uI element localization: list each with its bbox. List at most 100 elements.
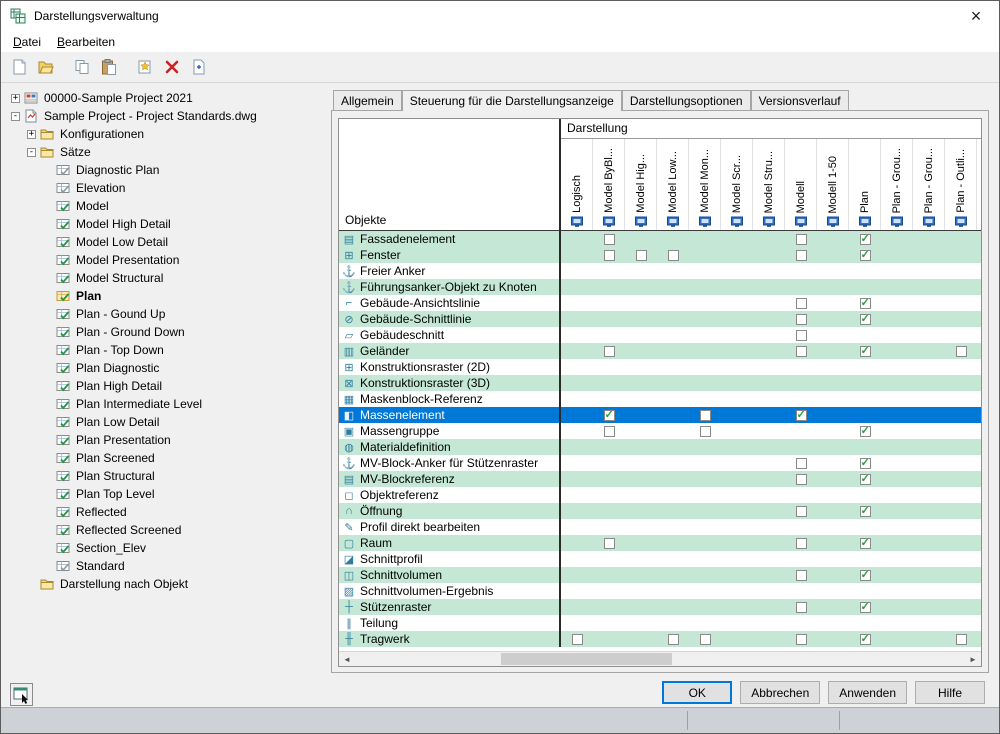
table-row[interactable]: ┼ Stützenraster: [339, 599, 981, 615]
copy-button[interactable]: [70, 55, 94, 79]
tree-item[interactable]: Plan Structural: [7, 467, 325, 485]
display-checkbox[interactable]: [859, 248, 871, 261]
tree-item[interactable]: Plan: [7, 287, 325, 305]
tree-item[interactable]: Elevation: [7, 179, 325, 197]
display-checkbox[interactable]: [859, 632, 871, 645]
display-checkbox[interactable]: [955, 345, 967, 357]
table-row[interactable]: ⊠ Konstruktionsraster (3D): [339, 375, 981, 391]
table-row[interactable]: ▦ Maskenblock-Referenz: [339, 391, 981, 407]
display-checkbox[interactable]: [859, 472, 871, 485]
display-checkbox[interactable]: [859, 536, 871, 549]
tree-expander[interactable]: +: [11, 93, 20, 103]
display-checkbox[interactable]: [795, 633, 807, 645]
tab-allgemein[interactable]: Allgemein: [333, 90, 402, 110]
table-row[interactable]: ◧ Massenelement: [339, 407, 981, 423]
display-checkbox[interactable]: [635, 249, 647, 261]
help-button[interactable]: Hilfe: [915, 681, 985, 704]
display-checkbox[interactable]: [859, 312, 871, 325]
tree-item[interactable]: - Sätze: [7, 143, 325, 161]
display-checkbox[interactable]: [795, 505, 807, 517]
display-checkbox[interactable]: [859, 296, 871, 309]
tree-item[interactable]: Section_Elev: [7, 539, 325, 557]
table-row[interactable]: ⌐ Gebäude-Ansichtslinie: [339, 295, 981, 311]
display-checkbox[interactable]: [603, 537, 615, 549]
tab-versionsverlauf[interactable]: Versionsverlauf: [750, 90, 849, 110]
table-row[interactable]: ⊞ Konstruktionsraster (2D): [339, 359, 981, 375]
tab-darstellungsoptionen[interactable]: Darstellungsoptionen: [621, 90, 751, 110]
purge-button[interactable]: [187, 55, 211, 79]
tree-item[interactable]: Plan Top Level: [7, 485, 325, 503]
table-row[interactable]: ⚓ Führungsanker-Objekt zu Knoten: [339, 279, 981, 295]
display-checkbox[interactable]: [795, 569, 807, 581]
table-row[interactable]: ∥ Teilung: [339, 615, 981, 631]
display-checkbox[interactable]: [859, 504, 871, 517]
display-checkbox[interactable]: [699, 409, 711, 421]
table-row[interactable]: ▨ Schnittvolumen-Ergebnis: [339, 583, 981, 599]
scroll-left-arrow[interactable]: ◄: [339, 652, 355, 666]
tree-item[interactable]: + Konfigurationen: [7, 125, 325, 143]
menu-bearbeiten[interactable]: Bearbeiten: [49, 33, 123, 51]
new-set-button[interactable]: [133, 55, 157, 79]
display-checkbox[interactable]: [859, 344, 871, 357]
display-checkbox[interactable]: [667, 633, 679, 645]
display-checkbox[interactable]: [795, 345, 807, 357]
open-button[interactable]: [34, 55, 58, 79]
table-row[interactable]: ▣ Massengruppe: [339, 423, 981, 439]
display-checkbox[interactable]: [795, 457, 807, 469]
table-row[interactable]: ⚓ MV-Block-Anker für Stützenraster: [339, 455, 981, 471]
scrollbar-thumb[interactable]: [501, 653, 673, 665]
ok-button[interactable]: OK: [662, 681, 733, 704]
table-row[interactable]: ◪ Schnittprofil: [339, 551, 981, 567]
tree-item[interactable]: Plan Presentation: [7, 431, 325, 449]
tree-item[interactable]: Reflected Screened: [7, 521, 325, 539]
new-button[interactable]: [7, 55, 31, 79]
display-checkbox[interactable]: [699, 633, 711, 645]
horizontal-scrollbar[interactable]: ◄ ►: [339, 651, 981, 666]
table-row[interactable]: ✎ Profil direkt bearbeiten: [339, 519, 981, 535]
table-row[interactable]: ⊞ Fenster: [339, 247, 981, 263]
tree-item[interactable]: Darstellung nach Objekt: [7, 575, 325, 593]
tree-item[interactable]: Plan Low Detail: [7, 413, 325, 431]
display-checkbox[interactable]: [795, 329, 807, 341]
display-checkbox[interactable]: [795, 473, 807, 485]
display-checkbox[interactable]: [571, 633, 583, 645]
table-row[interactable]: ▤ Fassadenelement: [339, 231, 981, 247]
table-row[interactable]: ∩ Öffnung: [339, 503, 981, 519]
apply-button[interactable]: Anwenden: [828, 681, 907, 704]
display-checkbox[interactable]: [795, 249, 807, 261]
display-checkbox[interactable]: [795, 297, 807, 309]
display-checkbox[interactable]: [699, 425, 711, 437]
display-checkbox[interactable]: [603, 249, 615, 261]
table-row[interactable]: ◻ Objektreferenz: [339, 487, 981, 503]
paste-button[interactable]: [97, 55, 121, 79]
display-checkbox[interactable]: [795, 601, 807, 613]
tree-expander[interactable]: -: [11, 111, 20, 121]
table-row[interactable]: ◍ Materialdefinition: [339, 439, 981, 455]
tree-item[interactable]: Standard: [7, 557, 325, 575]
display-checkbox[interactable]: [603, 233, 615, 245]
display-checkbox[interactable]: [795, 233, 807, 245]
tree-item[interactable]: Plan - Ground Down: [7, 323, 325, 341]
tree-item[interactable]: Plan Diagnostic: [7, 359, 325, 377]
table-row[interactable]: ▤ MV-Blockreferenz: [339, 471, 981, 487]
tree-expander[interactable]: -: [27, 147, 36, 157]
tree-item[interactable]: Plan - Top Down: [7, 341, 325, 359]
display-checkbox[interactable]: [955, 633, 967, 645]
display-checkbox[interactable]: [795, 408, 807, 421]
table-row[interactable]: ⚓ Freier Anker: [339, 263, 981, 279]
display-checkbox[interactable]: [603, 345, 615, 357]
delete-button[interactable]: [160, 55, 184, 79]
table-row[interactable]: ╫ Tragwerk: [339, 631, 981, 647]
table-row[interactable]: ⊘ Gebäude-Schnittlinie: [339, 311, 981, 327]
tree-item[interactable]: Plan - Gound Up: [7, 305, 325, 323]
display-checkbox[interactable]: [603, 408, 615, 421]
tree-item[interactable]: Model Structural: [7, 269, 325, 287]
menu-datei[interactable]: Datei: [5, 33, 49, 51]
display-checkbox[interactable]: [859, 568, 871, 581]
table-row[interactable]: ▱ Gebäudeschnitt: [339, 327, 981, 343]
display-checkbox[interactable]: [667, 249, 679, 261]
display-checkbox[interactable]: [795, 313, 807, 325]
tree-item[interactable]: Model Low Detail: [7, 233, 325, 251]
display-checkbox[interactable]: [603, 425, 615, 437]
close-button[interactable]: ×: [953, 1, 999, 31]
